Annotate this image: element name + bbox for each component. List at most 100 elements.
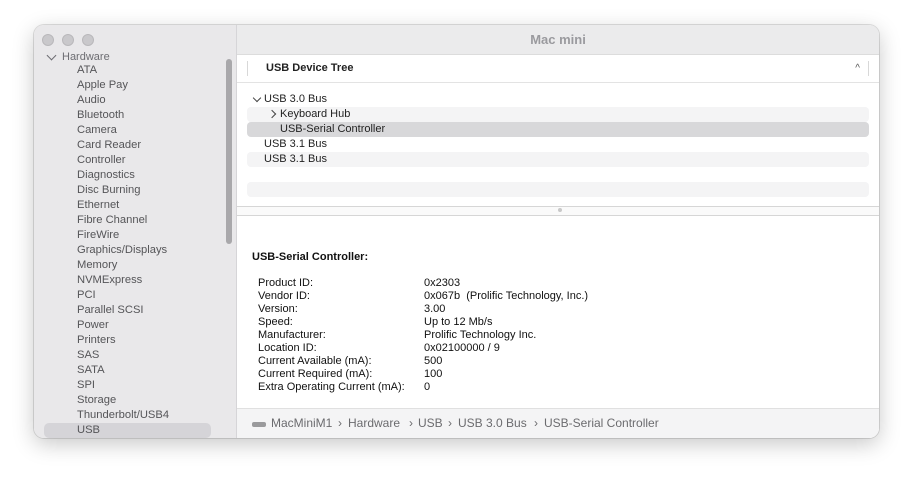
split-view-divider[interactable] — [237, 206, 879, 216]
sidebar-item-label: Thunderbolt/USB4 — [77, 409, 170, 421]
field-value: 0x2303 — [424, 277, 461, 289]
sidebar-item-parallel-scsi[interactable]: Parallel SCSI — [34, 303, 236, 318]
detail-field-manufacturer: Manufacturer: Prolific Technology Inc. — [258, 329, 758, 342]
detail-field-speed: Speed: Up to 12 Mb/s — [258, 316, 758, 329]
sidebar-group-hardware[interactable]: Hardware — [46, 50, 110, 64]
minimize-window-button[interactable] — [62, 34, 74, 46]
sidebar-item-graphics-displays[interactable]: Graphics/Displays — [34, 243, 236, 258]
tree-header-title: USB Device Tree — [266, 62, 354, 74]
sort-ascending-icon[interactable]: ^ — [855, 55, 860, 82]
path-separator-icon: › — [448, 416, 452, 430]
sidebar-item-audio[interactable]: Audio — [34, 93, 236, 108]
path-separator-icon: › — [409, 416, 413, 430]
field-value: Prolific Technology Inc. — [424, 329, 537, 341]
detail-field-extra-operating-current: Extra Operating Current (mA): 0 — [258, 381, 758, 394]
sidebar-item-printers[interactable]: Printers — [34, 333, 236, 348]
sidebar-item-fibre-channel[interactable]: Fibre Channel — [34, 213, 236, 228]
field-key: Product ID: — [258, 277, 314, 289]
path-crumb-usb-3-0-bus[interactable]: USB 3.0 Bus — [458, 409, 527, 438]
main-content: USB Device Tree ^ USB 3.0 Bus Keyboard H… — [237, 55, 879, 438]
field-value: Up to 12 Mb/s — [424, 316, 493, 328]
field-key: Extra Operating Current (mA): — [258, 381, 405, 393]
disclosure-collapsed-icon[interactable] — [267, 109, 277, 119]
sidebar-item-bluetooth[interactable]: Bluetooth — [34, 108, 236, 123]
path-crumb-computer[interactable]: MacMiniM1 — [271, 409, 332, 438]
field-key: Current Required (mA): — [258, 368, 373, 380]
sidebar-item-label: SAS — [77, 349, 100, 361]
path-separator-icon: › — [338, 416, 342, 430]
sidebar-item-label: Memory — [77, 259, 118, 271]
sidebar-item-ethernet[interactable]: Ethernet — [34, 198, 236, 213]
field-key: Version: — [258, 303, 298, 315]
detail-field-current-available: Current Available (mA): 500 — [258, 355, 758, 368]
sidebar-item-label: PCI — [77, 289, 96, 301]
field-value: 3.00 — [424, 303, 446, 315]
close-window-button[interactable] — [42, 34, 54, 46]
field-key: Manufacturer: — [258, 329, 326, 341]
sidebar-scrollbar[interactable] — [226, 59, 232, 244]
sidebar-item-pci[interactable]: PCI — [34, 288, 236, 303]
mac-mini-icon — [252, 422, 266, 427]
sidebar-list: ATA Apple Pay Audio Bluetooth Camera Car… — [34, 63, 236, 438]
sidebar-item-apple-pay[interactable]: Apple Pay — [34, 78, 236, 93]
tree-row-label: USB-Serial Controller — [280, 123, 386, 135]
sidebar-item-label: Card Reader — [77, 139, 142, 151]
tree-row-keyboard-hub[interactable]: Keyboard Hub — [247, 107, 869, 122]
sidebar: Hardware ATA Apple Pay Audio Bluetooth C… — [34, 25, 237, 438]
sidebar-item-label: Power — [77, 319, 109, 331]
sidebar-item-power[interactable]: Power — [34, 318, 236, 333]
tree-row-usb-3-1-bus[interactable]: USB 3.1 Bus — [247, 137, 869, 152]
tree-row-label: USB 3.1 Bus — [264, 138, 327, 150]
sidebar-item-usb[interactable]: USB — [34, 423, 236, 438]
sidebar-item-storage[interactable]: Storage — [34, 393, 236, 408]
tree-row-usb-3-0-bus[interactable]: USB 3.0 Bus — [247, 92, 869, 107]
sidebar-item-label: Apple Pay — [77, 79, 128, 91]
sidebar-item-label: Printers — [77, 334, 116, 346]
sidebar-item-diagnostics[interactable]: Diagnostics — [34, 168, 236, 183]
path-separator-icon: › — [534, 416, 538, 430]
sidebar-item-ata[interactable]: ATA — [34, 63, 236, 78]
sidebar-item-label: Ethernet — [77, 199, 120, 211]
path-crumb-usb-serial-controller[interactable]: USB-Serial Controller — [544, 409, 659, 438]
field-key: Vendor ID: — [258, 290, 310, 302]
sidebar-item-memory[interactable]: Memory — [34, 258, 236, 273]
detail-field-product-id: Product ID: 0x2303 — [258, 277, 758, 290]
field-value: 0x02100000 / 9 — [424, 342, 500, 354]
sidebar-item-spi[interactable]: SPI — [34, 378, 236, 393]
sidebar-item-nvmexpress[interactable]: NVMExpress — [34, 273, 236, 288]
detail-field-vendor-id: Vendor ID: 0x067b (Prolific Technology, I… — [258, 290, 758, 303]
sidebar-item-label: Controller — [77, 154, 126, 166]
divider-handle-icon[interactable] — [558, 208, 562, 212]
window-title: Mac mini — [237, 25, 879, 55]
sidebar-item-label: Audio — [77, 94, 106, 106]
tree-row-usb-serial-controller[interactable]: USB-Serial Controller — [247, 122, 869, 137]
sidebar-item-label: Storage — [77, 394, 117, 406]
tree-column-header[interactable]: USB Device Tree ^ — [237, 55, 879, 83]
detail-title: USB-Serial Controller: — [252, 251, 369, 263]
field-key: Current Available (mA): — [258, 355, 372, 367]
sidebar-item-label: Parallel SCSI — [77, 304, 144, 316]
sidebar-item-thunderbolt-usb4[interactable]: Thunderbolt/USB4 — [34, 408, 236, 423]
field-value: 100 — [424, 368, 443, 380]
sidebar-item-label: USB — [77, 424, 101, 436]
sidebar-item-label: Diagnostics — [77, 169, 135, 181]
sidebar-item-sas[interactable]: SAS — [34, 348, 236, 363]
sidebar-item-controller[interactable]: Controller — [34, 153, 236, 168]
zoom-window-button[interactable] — [82, 34, 94, 46]
sidebar-item-label: SATA — [77, 364, 105, 376]
system-information-window: Hardware ATA Apple Pay Audio Bluetooth C… — [34, 25, 879, 438]
sidebar-item-label: Camera — [77, 124, 117, 136]
field-key: Location ID: — [258, 342, 317, 354]
tree-row-usb-3-1-bus-2[interactable]: USB 3.1 Bus — [247, 152, 869, 167]
chevron-down-icon — [46, 50, 57, 60]
path-crumb-usb[interactable]: USB — [418, 409, 443, 438]
disclosure-expanded-icon[interactable] — [252, 93, 262, 103]
sidebar-item-sata[interactable]: SATA — [34, 363, 236, 378]
sidebar-item-camera[interactable]: Camera — [34, 123, 236, 138]
sidebar-item-card-reader[interactable]: Card Reader — [34, 138, 236, 153]
path-crumb-hardware[interactable]: Hardware — [348, 409, 400, 438]
field-value: 0 — [424, 381, 431, 393]
sidebar-item-disc-burning[interactable]: Disc Burning — [34, 183, 236, 198]
sidebar-item-firewire[interactable]: FireWire — [34, 228, 236, 243]
sidebar-item-label: Disc Burning — [77, 184, 141, 196]
